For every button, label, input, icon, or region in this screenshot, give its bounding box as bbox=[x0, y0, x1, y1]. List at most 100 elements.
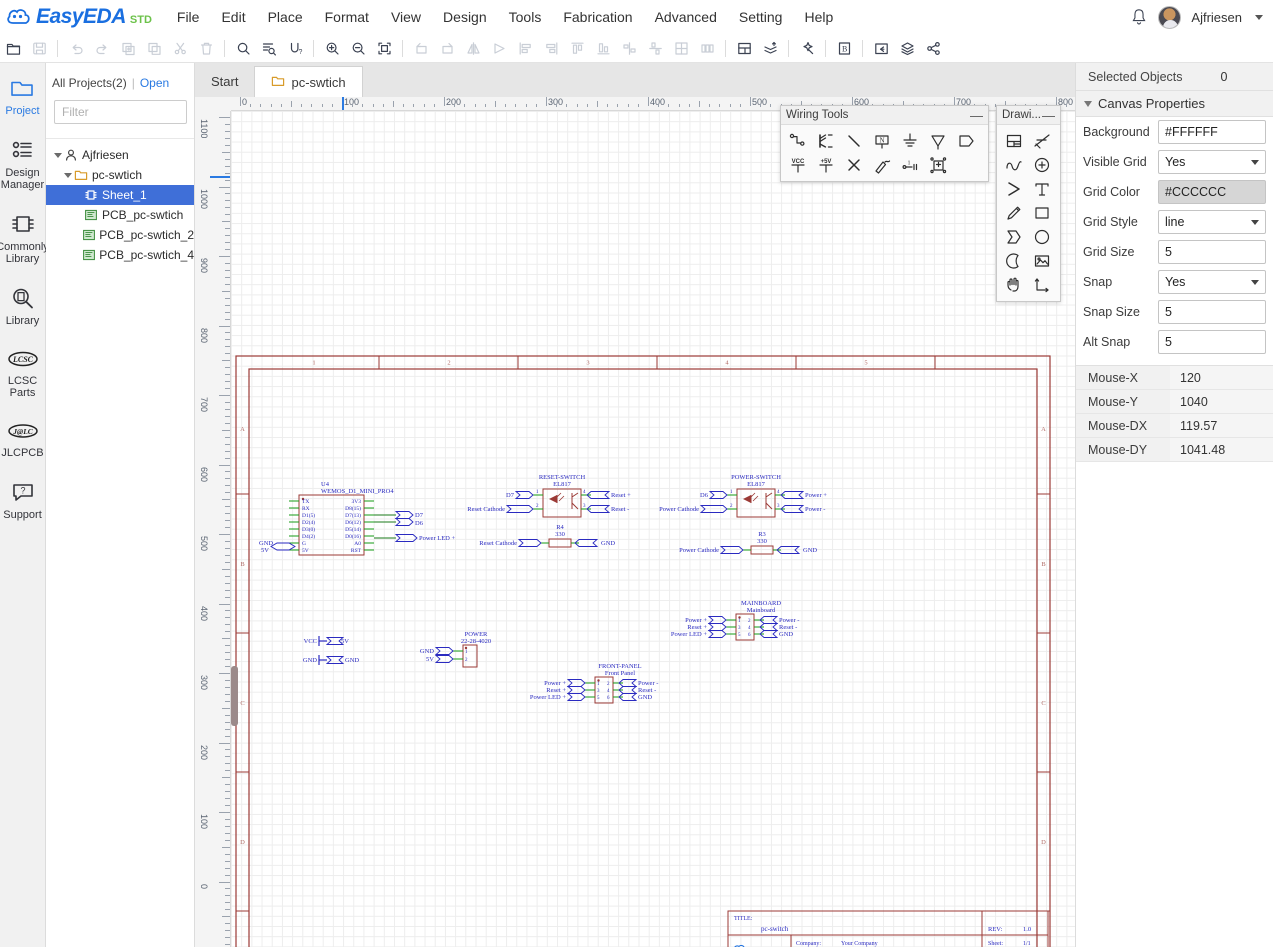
tree-item-pc-swtich[interactable]: pc-swtich bbox=[46, 165, 194, 185]
find-replace-icon[interactable] bbox=[256, 37, 282, 61]
property-input[interactable]: #FFFFFF bbox=[1158, 120, 1266, 144]
bus-entry-icon[interactable] bbox=[840, 129, 868, 153]
polygon-icon[interactable] bbox=[1000, 225, 1028, 249]
expand-triangle-icon[interactable] bbox=[52, 152, 63, 158]
vertical-ruler[interactable]: 1100 1000 900 800 700 600 500 400 300 200 100 0 bbox=[195, 111, 231, 947]
arc-icon[interactable] bbox=[1000, 153, 1028, 177]
image-panel-icon[interactable] bbox=[731, 37, 757, 61]
rail-item-commonly-library[interactable]: Commonly Library bbox=[0, 213, 49, 265]
plus5v-symbol-icon[interactable]: +5V bbox=[812, 153, 840, 177]
ruler-minor-tick bbox=[719, 104, 721, 107]
schematic-sheet[interactable]: 1 1 2 2 3 3 4 4 5 5 A A B B C C D D U4 WEMOS_D1_MINI_PRO4 bbox=[231, 111, 1075, 947]
svg-text:D2(4): D2(4) bbox=[302, 519, 315, 526]
canvas-properties-header[interactable]: Canvas Properties bbox=[1076, 91, 1273, 117]
property-input[interactable]: 5 bbox=[1158, 330, 1266, 354]
svg-text:Power -: Power - bbox=[779, 617, 799, 624]
net-number-icon[interactable]: 1 bbox=[896, 153, 924, 177]
avatar[interactable] bbox=[1158, 5, 1182, 29]
bus-icon[interactable] bbox=[812, 129, 840, 153]
rail-item-library[interactable]: Library bbox=[0, 287, 46, 327]
expand-triangle-icon[interactable] bbox=[62, 172, 73, 178]
hand-icon[interactable] bbox=[1000, 273, 1028, 297]
net-label-icon[interactable]: N bbox=[868, 129, 896, 153]
ruler-minor-tick bbox=[225, 930, 230, 932]
menu-item-format[interactable]: Format bbox=[314, 3, 380, 31]
all-projects-label[interactable]: All Projects(2) bbox=[52, 76, 127, 90]
wire-icon[interactable] bbox=[784, 129, 812, 153]
layers-up-icon[interactable] bbox=[757, 37, 783, 61]
tree-item-pcb-pc-swtich-2[interactable]: PCB_pc-swtich_2 bbox=[46, 225, 194, 245]
rail-item-design-manager[interactable]: Design Manager bbox=[0, 139, 46, 191]
zoom-fit-icon[interactable] bbox=[371, 37, 397, 61]
magic-wand-icon[interactable] bbox=[794, 37, 820, 61]
search-icon[interactable] bbox=[230, 37, 256, 61]
tab-pc-swtich[interactable]: pc-swtich bbox=[254, 66, 363, 97]
bom-icon[interactable]: B bbox=[831, 37, 857, 61]
menu-item-advanced[interactable]: Advanced bbox=[644, 3, 728, 31]
bell-icon[interactable] bbox=[1130, 8, 1148, 26]
menu-item-fabrication[interactable]: Fabrication bbox=[552, 3, 643, 31]
ruler-minor-tick bbox=[225, 944, 230, 946]
tree-item-pcb-pc-swtich[interactable]: PCB_pc-swtich bbox=[46, 205, 194, 225]
menu-item-help[interactable]: Help bbox=[793, 3, 844, 31]
probe-icon[interactable] bbox=[868, 153, 896, 177]
tree-item-ajfriesen[interactable]: Ajfriesen bbox=[46, 145, 194, 165]
svg-text:Power +: Power + bbox=[544, 680, 566, 687]
pie-icon[interactable] bbox=[1000, 249, 1028, 273]
no-connect-icon[interactable] bbox=[840, 153, 868, 177]
folder-back-icon[interactable] bbox=[868, 37, 894, 61]
tab-start[interactable]: Start bbox=[195, 66, 255, 97]
find-similar-icon[interactable]: ? bbox=[282, 37, 308, 61]
rail-item-lcsc-parts[interactable]: LCSC LCSC Parts bbox=[0, 349, 46, 399]
layers-icon[interactable] bbox=[894, 37, 920, 61]
circle-plus-icon[interactable] bbox=[1028, 153, 1056, 177]
dimension-icon[interactable] bbox=[1028, 273, 1056, 297]
place-part-icon[interactable] bbox=[924, 153, 952, 177]
text-icon[interactable] bbox=[1028, 177, 1056, 201]
menu-item-tools[interactable]: Tools bbox=[498, 3, 553, 31]
open-folder-icon[interactable] bbox=[0, 37, 26, 61]
drawing-tools-title-bar[interactable]: Drawi... — bbox=[997, 106, 1060, 125]
menu-item-edit[interactable]: Edit bbox=[210, 3, 256, 31]
image-icon[interactable] bbox=[1028, 249, 1056, 273]
filter-input[interactable] bbox=[54, 100, 187, 124]
property-select[interactable]: line bbox=[1158, 210, 1266, 234]
arrow-icon[interactable] bbox=[1000, 177, 1028, 201]
drawing-tools-minimize-button[interactable]: — bbox=[1042, 109, 1055, 122]
property-input[interactable]: 5 bbox=[1158, 240, 1266, 264]
tree-item-pcb-pc-swtich-4[interactable]: PCB_pc-swtich_4 bbox=[46, 245, 194, 265]
property-select[interactable]: Yes bbox=[1158, 150, 1266, 174]
property-select[interactable]: Yes bbox=[1158, 270, 1266, 294]
rail-item-project[interactable]: Project bbox=[0, 77, 46, 117]
chevron-down-icon bbox=[1251, 219, 1259, 225]
frame-icon[interactable] bbox=[1000, 129, 1028, 153]
zoom-out-icon[interactable] bbox=[345, 37, 371, 61]
vcc-symbol-icon[interactable]: VCC bbox=[784, 153, 812, 177]
menu-item-view[interactable]: View bbox=[380, 3, 432, 31]
pencil-icon[interactable] bbox=[1000, 201, 1028, 225]
polyline-icon[interactable] bbox=[1028, 129, 1056, 153]
zoom-in-icon[interactable] bbox=[319, 37, 345, 61]
canvas-scrollbar-left[interactable] bbox=[231, 666, 238, 726]
menu-item-place[interactable]: Place bbox=[257, 3, 314, 31]
svg-text:U4: U4 bbox=[321, 481, 330, 488]
open-link[interactable]: Open bbox=[140, 76, 169, 90]
tree-item-sheet-1[interactable]: Sheet_1 bbox=[46, 185, 194, 205]
share-icon[interactable] bbox=[920, 37, 946, 61]
menu-item-design[interactable]: Design bbox=[432, 3, 498, 31]
net-port-icon[interactable] bbox=[952, 129, 980, 153]
vcc-flag-icon[interactable] bbox=[924, 129, 952, 153]
wiring-tools-minimize-button[interactable]: — bbox=[970, 109, 983, 122]
username-label[interactable]: Ajfriesen bbox=[1191, 10, 1242, 25]
rail-item-support[interactable]: ? Support bbox=[0, 481, 46, 521]
menu-item-setting[interactable]: Setting bbox=[728, 3, 794, 31]
rail-item-jlcpcb[interactable]: J@LC JLCPCB bbox=[0, 421, 46, 459]
chevron-down-icon[interactable] bbox=[1255, 14, 1263, 20]
circle-icon[interactable] bbox=[1028, 225, 1056, 249]
wiring-tools-title-bar[interactable]: Wiring Tools — bbox=[781, 106, 988, 125]
menu-item-file[interactable]: File bbox=[166, 3, 211, 31]
rectangle-icon[interactable] bbox=[1028, 201, 1056, 225]
gnd-flag-icon[interactable] bbox=[896, 129, 924, 153]
app-logo[interactable]: EasyEDA STD bbox=[0, 5, 152, 29]
property-input[interactable]: 5 bbox=[1158, 300, 1266, 324]
